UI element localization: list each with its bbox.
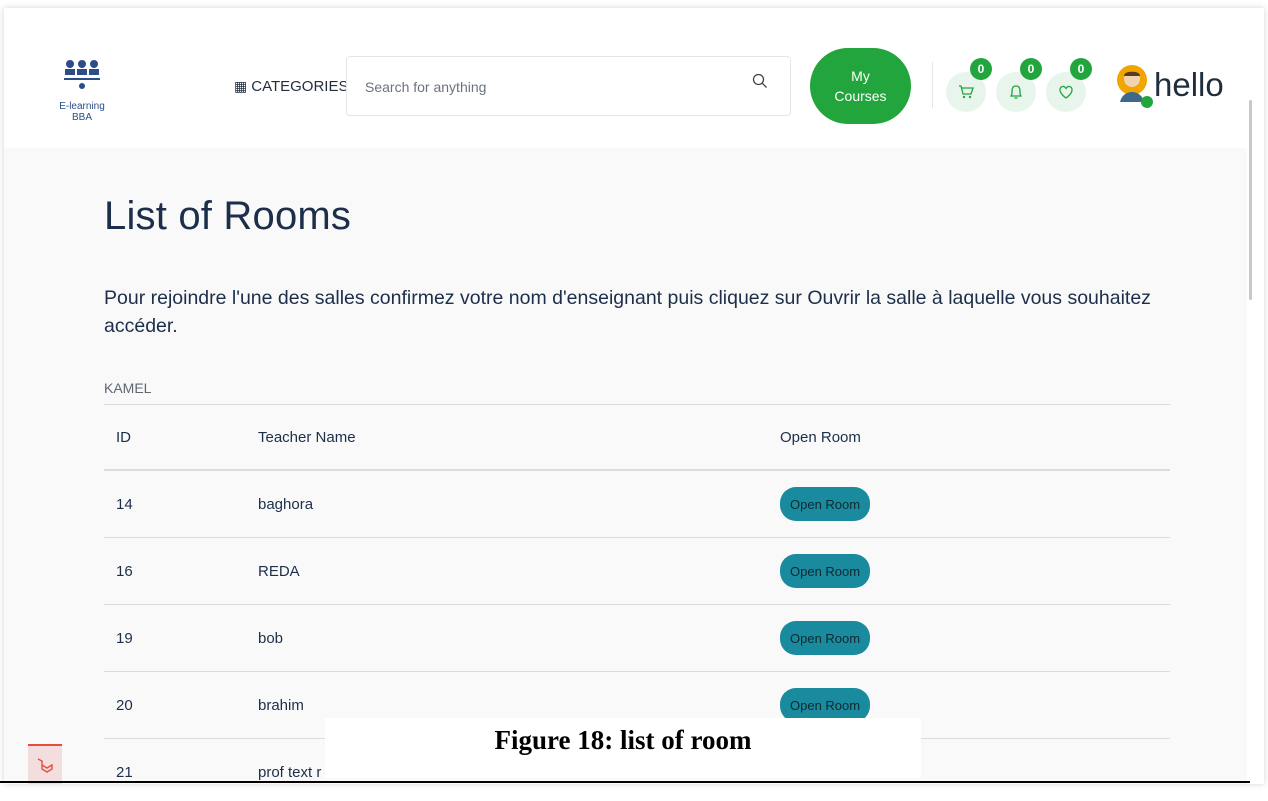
laravel-debugbar-icon[interactable] xyxy=(28,744,62,784)
search-input[interactable] xyxy=(363,73,727,101)
top-navbar: E-learning BBA ▦CATEGORIES My Courses 0 xyxy=(4,8,1247,148)
categories-button[interactable]: ▦ CATEGORIES xyxy=(228,77,354,96)
room-id: 19 xyxy=(104,604,246,672)
search-icon[interactable] xyxy=(752,73,768,89)
figure-caption: Figure 18: list of room xyxy=(325,718,921,778)
column-header-open-room: Open Room xyxy=(768,404,1170,471)
search-box xyxy=(346,56,791,116)
cart-button[interactable]: 0 xyxy=(946,58,992,112)
room-id: 20 xyxy=(104,671,246,739)
open-room-button[interactable]: Open Room xyxy=(780,621,871,655)
teacher-name: baghora xyxy=(246,470,768,538)
teacher-name: REDA xyxy=(246,537,768,605)
notification-count-badge: 0 xyxy=(1020,58,1042,80)
room-id: 16 xyxy=(104,537,246,605)
notifications-button[interactable]: 0 xyxy=(996,58,1042,112)
table-header-row: ID Teacher Name Open Room xyxy=(104,404,1170,471)
intro-text: Pour rejoindre l'une des salles confirme… xyxy=(104,287,1151,337)
logo-text: E-learning BBA xyxy=(59,101,105,123)
column-header-teacher-name: Teacher Name xyxy=(246,404,768,471)
site-logo[interactable]: E-learning BBA xyxy=(52,58,112,123)
my-courses-line1: My xyxy=(851,68,870,84)
teacher-name-label: KAMEL xyxy=(104,380,152,396)
table-row: 19 bob Open Room xyxy=(104,604,1170,672)
cart-icon xyxy=(959,85,974,99)
logo-icon xyxy=(64,60,100,89)
open-room-button[interactable]: Open Room xyxy=(780,688,871,722)
page-title: List of Rooms xyxy=(104,194,352,238)
cart-count-badge: 0 xyxy=(970,58,992,80)
categories-label: CATEGORIES xyxy=(251,78,349,95)
figure-caption-text: Figure 18: list of room xyxy=(494,725,752,755)
my-courses-line2: Courses xyxy=(834,88,887,104)
scrollbar[interactable] xyxy=(1247,8,1264,784)
wishlist-count-badge: 0 xyxy=(1070,58,1092,80)
column-header-id: ID xyxy=(104,404,246,471)
laravel-icon xyxy=(37,758,53,773)
grid-icon: ▦ xyxy=(234,78,248,94)
room-id: 21 xyxy=(104,738,246,784)
teacher-name: bob xyxy=(246,604,768,672)
table-row: 14 baghora Open Room xyxy=(104,470,1170,538)
open-room-button[interactable]: Open Room xyxy=(780,487,871,521)
bell-icon xyxy=(1009,85,1023,99)
online-status-dot xyxy=(1141,96,1153,108)
heart-icon xyxy=(1059,85,1073,99)
navbar-divider xyxy=(932,62,933,108)
table-row: 16 REDA Open Room xyxy=(104,537,1170,605)
open-room-button[interactable]: Open Room xyxy=(780,554,871,588)
scrollbar-thumb[interactable] xyxy=(1249,100,1252,300)
room-id: 14 xyxy=(104,470,246,538)
user-name[interactable]: hello xyxy=(1154,66,1224,104)
caption-rule xyxy=(0,781,1250,783)
wishlist-button[interactable]: 0 xyxy=(1046,58,1092,112)
browser-frame: E-learning BBA ▦CATEGORIES My Courses 0 xyxy=(4,8,1264,784)
my-courses-button[interactable]: My Courses xyxy=(810,48,911,124)
